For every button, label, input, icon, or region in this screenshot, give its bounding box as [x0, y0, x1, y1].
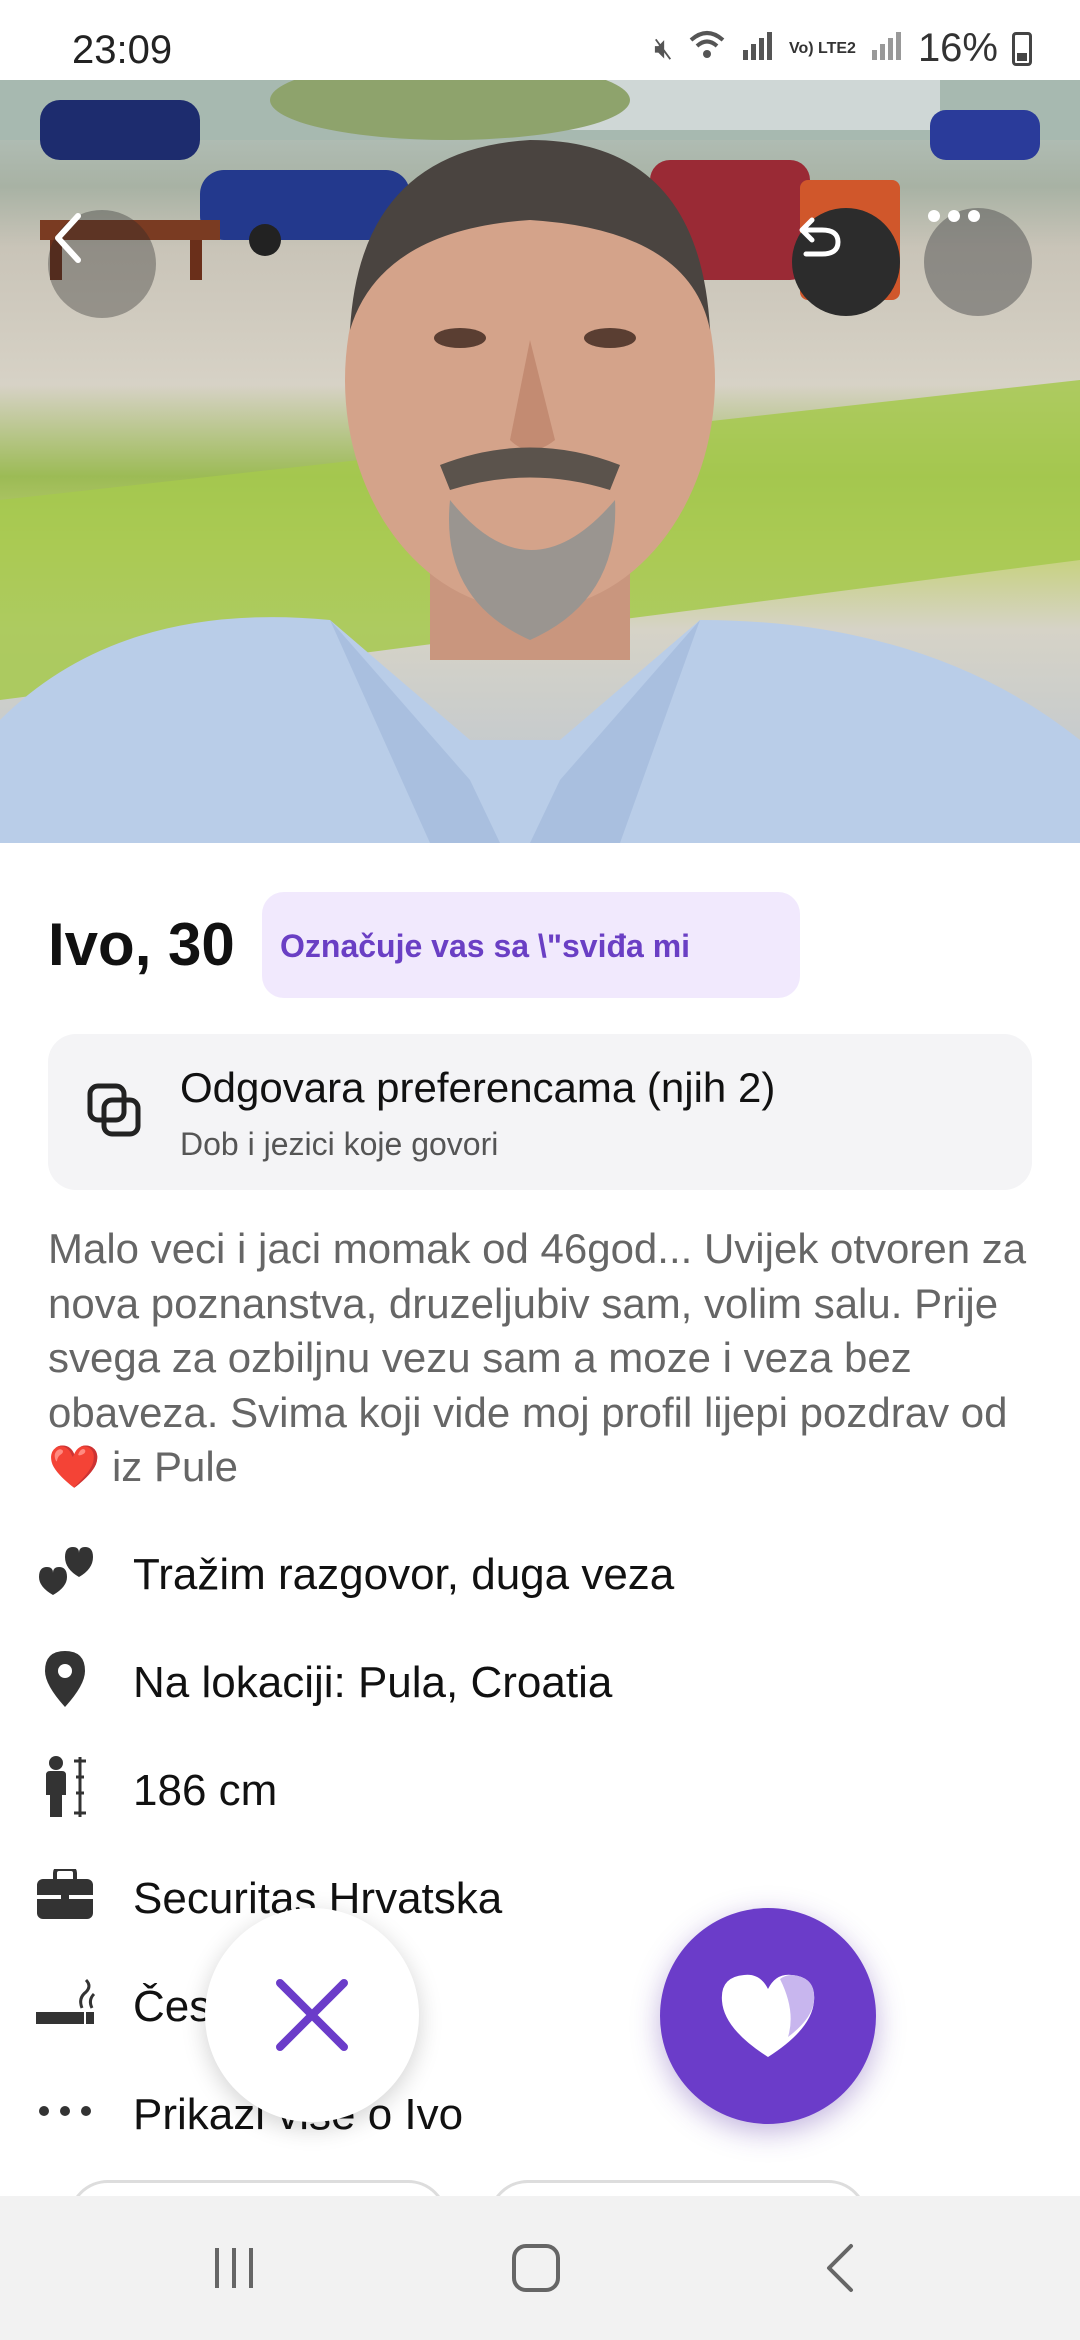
battery-icon	[1012, 31, 1032, 66]
info-item-work: Securitas Hrvatska	[0, 1862, 1080, 1934]
preferences-title: Odgovara preferencama (njih 2)	[180, 1064, 776, 1111]
chevron-left-icon	[55, 213, 81, 263]
profile-name-age: Ivo, 30	[48, 911, 235, 978]
likes-you-badge: Označuje vas sa \"sviđa mi	[262, 892, 800, 998]
info-item-show-more[interactable]: Prikazi više o Ivo	[0, 2078, 1080, 2150]
info-label: Na lokaciji: Pula, Croatia	[133, 1658, 613, 1707]
status-bar: 23:09 🔇︎ Vo) LTE2 16%	[0, 0, 1080, 80]
smoking-icon	[32, 1970, 98, 2036]
bio-text-end: iz Pule	[100, 1443, 239, 1490]
mute-icon: 🔇︎	[654, 31, 673, 65]
bio-text: Malo veci i jaci momak od 46god... Uvije…	[48, 1225, 1027, 1436]
status-time: 23:09	[72, 28, 173, 72]
signal-2-icon	[870, 30, 904, 68]
status-icons: 🔇︎ Vo) LTE2 16%	[654, 26, 1032, 71]
more-options-button[interactable]	[924, 208, 1032, 316]
more-dots-icon	[928, 210, 980, 222]
heart-emoji: ❤️	[48, 1443, 101, 1490]
location-pin-icon	[32, 1646, 98, 1712]
info-item-smoking: Čes	[0, 1970, 1080, 2042]
overlap-squares-icon	[87, 1083, 141, 1137]
network-label: Vo) LTE2	[788, 39, 856, 57]
more-dots-icon	[32, 2078, 98, 2144]
system-nav-bar	[0, 2196, 1080, 2340]
info-item-height: 186 cm	[0, 1754, 1080, 1826]
info-item-location: Na lokaciji: Pula, Croatia	[0, 1646, 1080, 1718]
preferences-match-card[interactable]: Odgovara preferencama (njih 2) Dob i jez…	[48, 1034, 1032, 1190]
wifi-icon	[687, 30, 727, 68]
briefcase-icon	[32, 1862, 98, 1928]
heart-icon	[721, 1974, 815, 2057]
like-button[interactable]	[660, 1908, 876, 2124]
preferences-subtitle: Dob i jezici koje govori	[180, 1126, 499, 1162]
recent-apps-icon	[215, 2248, 253, 2288]
info-label: Tražim razgovor, duga veza	[133, 1550, 675, 1599]
home-button[interactable]	[496, 2236, 576, 2300]
back-chevron-icon	[827, 2244, 853, 2292]
undo-icon	[799, 217, 841, 257]
back-nav-button[interactable]	[800, 2236, 880, 2300]
battery-percent: 16%	[917, 26, 998, 70]
info-label: 186 cm	[133, 1766, 278, 1815]
close-icon	[276, 1979, 348, 2051]
hearts-icon	[32, 1538, 98, 1604]
recent-apps-button[interactable]	[194, 2236, 274, 2300]
profile-photo[interactable]	[0, 80, 1080, 843]
dislike-button[interactable]	[205, 1908, 419, 2122]
profile-photo-illustration	[0, 80, 1080, 843]
info-label: Čes	[133, 1982, 212, 2031]
profile-bio: Malo veci i jaci momak od 46god... Uvije…	[48, 1222, 1048, 1495]
undo-button[interactable]	[792, 208, 900, 316]
height-icon	[32, 1754, 98, 1820]
home-icon	[512, 2244, 560, 2292]
back-button[interactable]	[48, 210, 156, 318]
signal-icon	[741, 30, 775, 68]
info-item-looking-for: Tražim razgovor, duga veza	[0, 1538, 1080, 1610]
